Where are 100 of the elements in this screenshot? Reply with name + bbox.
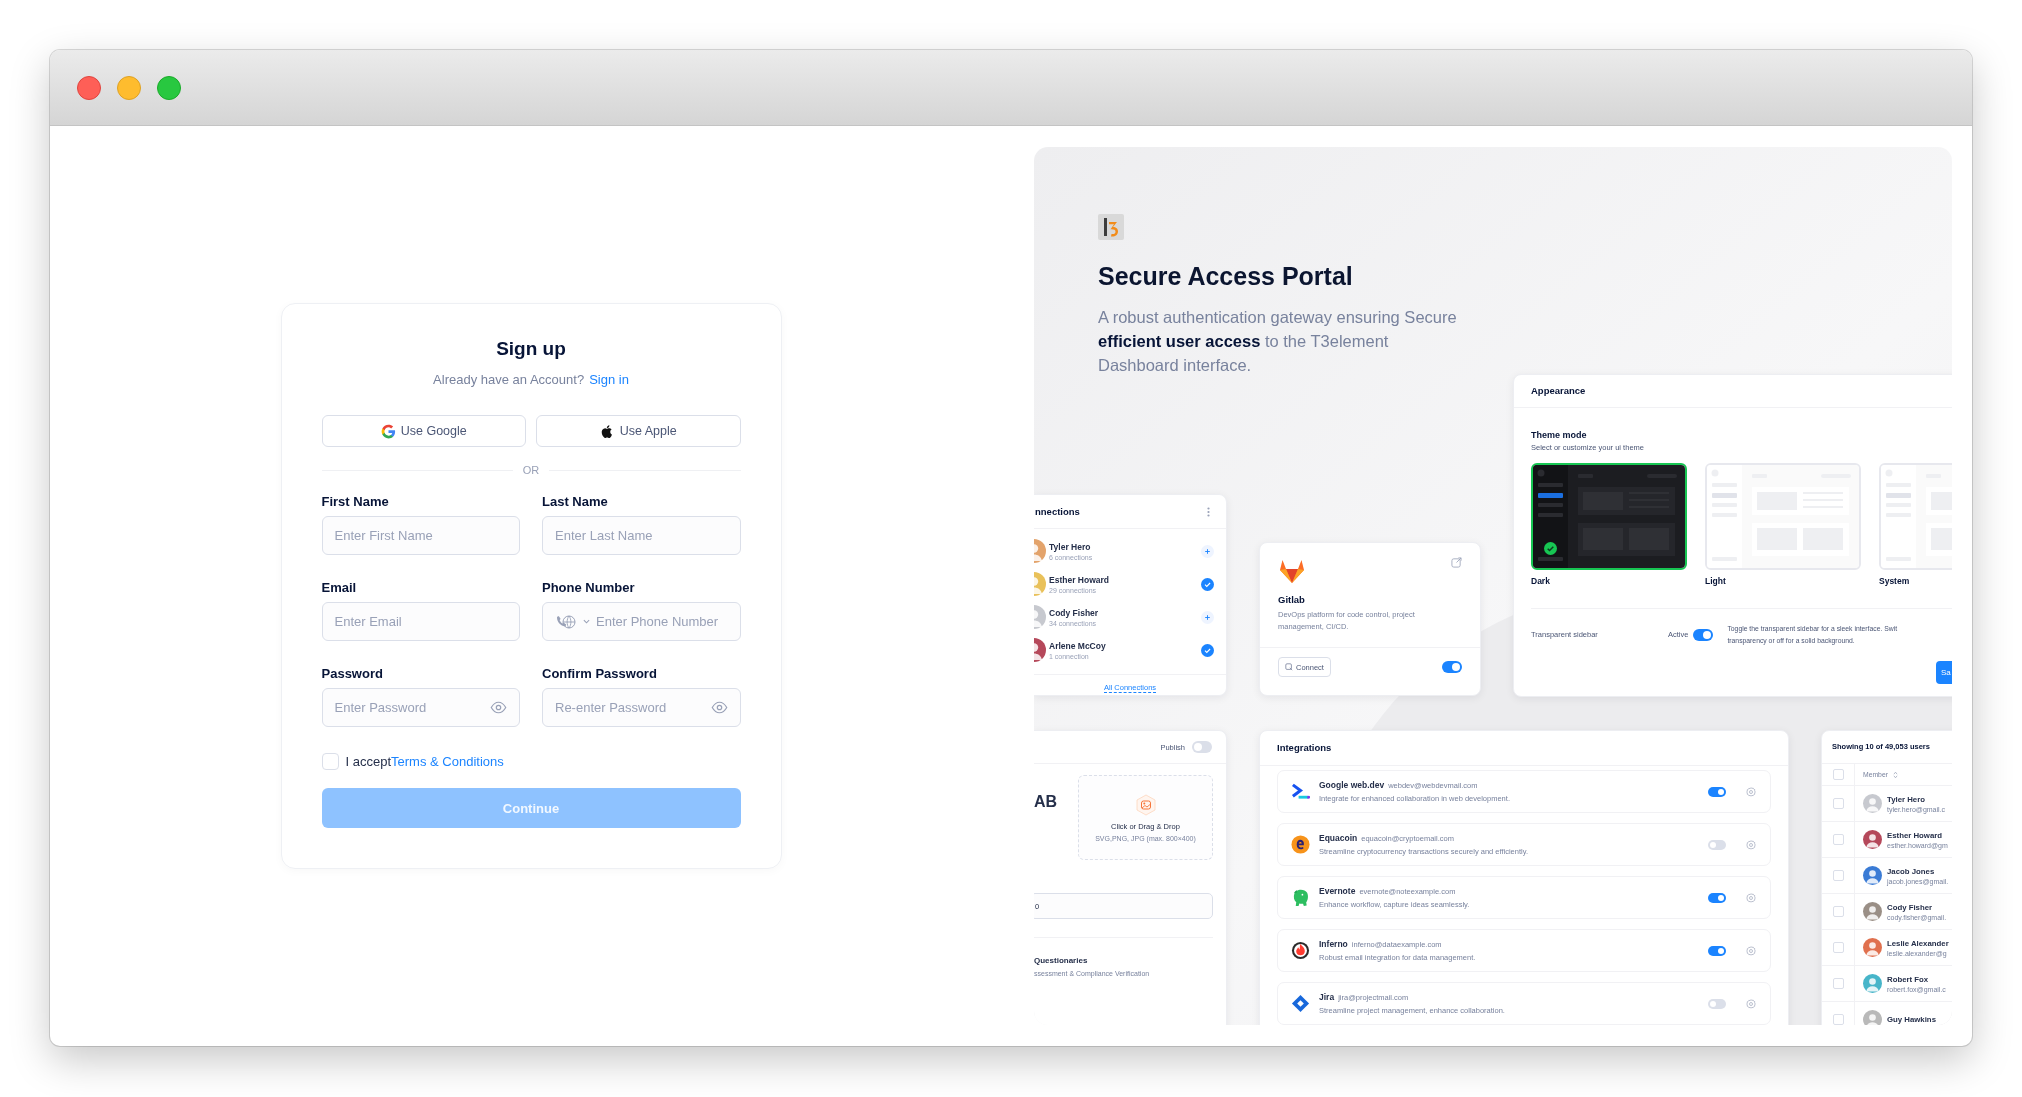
checkbox[interactable] [1832, 798, 1844, 809]
contact-name: Cody Fisher [1049, 607, 1100, 618]
text-input[interactable]: Re-enter Password [555, 700, 705, 715]
field-label: Phone Number [542, 580, 636, 595]
field-label: Confirm Password [542, 666, 658, 681]
contact-name: Tyler Hero [1049, 541, 1092, 552]
field-label: Email [321, 580, 358, 595]
integration-name: Google web.dev [1319, 780, 1385, 790]
section-title: Questionaries [1034, 956, 1089, 965]
minimize-button[interactable] [117, 75, 141, 100]
avatar [1863, 938, 1882, 957]
terminal-icon [1291, 782, 1310, 801]
text-input[interactable]: Enter First Name [334, 528, 507, 543]
panel-title: Secure Access Portal [1098, 262, 1353, 291]
checkbox[interactable] [1832, 1014, 1844, 1025]
integration-name: Gitlab [1278, 594, 1306, 605]
input-field[interactable]: Enter Password [321, 688, 520, 727]
card-title: nnections [1035, 506, 1080, 517]
plus-icon[interactable] [1201, 544, 1214, 558]
toggle-switch[interactable] [1708, 786, 1726, 797]
more-icon[interactable] [1207, 506, 1210, 517]
toggle-switch[interactable] [1708, 998, 1726, 1009]
toggle-switch[interactable] [1192, 741, 1212, 753]
checkbox[interactable] [1832, 834, 1844, 845]
check-circle-icon [1544, 542, 1557, 555]
integration-name: Jira [1319, 992, 1335, 1002]
checkbox[interactable] [1832, 870, 1844, 881]
terms-link[interactable]: Terms & Conditions [391, 754, 504, 769]
phone-icon [555, 613, 577, 630]
coin-icon [1291, 835, 1310, 854]
checkbox[interactable] [1832, 942, 1844, 953]
input-field[interactable]: Enter Last Name [542, 516, 741, 555]
apple-icon [599, 423, 615, 439]
form-title: Sign up [496, 338, 566, 360]
input-field[interactable]: Enter First Name [321, 516, 520, 555]
logo-text: AB [1034, 793, 1058, 811]
text-input[interactable]: Enter Email [334, 614, 507, 629]
section-title: Theme mode [1531, 430, 1588, 440]
contact-name: Esther Howard [1049, 574, 1110, 585]
avatar [1863, 902, 1882, 921]
checkbox[interactable] [1832, 769, 1844, 780]
integration-name: Inferno [1319, 939, 1348, 949]
toggle-switch[interactable] [1442, 661, 1462, 673]
avatar [1863, 866, 1882, 885]
toggle-switch[interactable] [1693, 628, 1714, 641]
settings-icon[interactable] [1746, 839, 1756, 850]
check-circle-icon[interactable] [1201, 643, 1214, 657]
input-field[interactable]: Re-enter Password [542, 688, 741, 727]
save-button[interactable]: Sa [1936, 661, 1952, 684]
toggle-switch[interactable] [1708, 945, 1726, 956]
toggle-switch[interactable] [1708, 892, 1726, 903]
diamond-icon [1291, 994, 1310, 1013]
text-input[interactable]: Enter Phone Number [596, 614, 728, 629]
external-link-icon[interactable] [1451, 557, 1462, 568]
settings-icon[interactable] [1746, 945, 1756, 956]
settings-icon[interactable] [1746, 892, 1756, 903]
google-button[interactable]: Use Google [321, 415, 526, 447]
avatar [1863, 974, 1882, 993]
apple-button[interactable]: Use Apple [536, 415, 741, 447]
settings-icon[interactable] [1746, 786, 1756, 797]
card-title: Appearance [1514, 375, 1952, 408]
integration-name: Evernote [1319, 886, 1356, 896]
input-field[interactable]: Enter Phone Number [542, 602, 741, 641]
logo-icon [1098, 214, 1124, 240]
theme-label: System [1879, 576, 1911, 586]
field-label: First Name [321, 494, 390, 509]
checkbox[interactable] [321, 753, 339, 770]
close-button[interactable] [77, 75, 101, 100]
theme-label: Light [1705, 576, 1727, 586]
fox-icon [1278, 557, 1306, 585]
checkbox[interactable] [1832, 906, 1844, 917]
text-input[interactable]: Enter Last Name [555, 528, 728, 543]
panel-description: A robust authentication gateway ensuring Secure efficient user access to the T3element Dashboard interface. [1098, 307, 1458, 376]
sort-icon[interactable] [1892, 770, 1898, 779]
link-icon [1285, 663, 1293, 671]
contact-name: Arlene McCoy [1049, 640, 1107, 651]
field-label: Password [321, 666, 384, 681]
integration-name: Equacoin [1319, 833, 1358, 843]
theme-label: Dark [1531, 576, 1551, 586]
google-icon [380, 423, 396, 439]
toggle-switch[interactable] [1708, 839, 1726, 850]
image-icon [1135, 793, 1156, 816]
text-input[interactable]: Enter Password [334, 700, 484, 715]
chevron-down-icon[interactable] [583, 619, 590, 624]
terms-text: I acceptTerms & Conditions [345, 754, 504, 769]
checkbox[interactable] [1832, 978, 1844, 989]
check-circle-icon[interactable] [1201, 577, 1214, 591]
card-title: Integrations [1260, 731, 1788, 766]
elephant-icon [1291, 888, 1310, 907]
plus-icon[interactable] [1201, 610, 1214, 624]
zoom-button[interactable] [157, 75, 181, 100]
input-field[interactable]: Enter Email [321, 602, 520, 641]
show-password-icon[interactable] [710, 699, 728, 716]
avatar [1863, 794, 1882, 813]
show-password-icon[interactable] [490, 699, 507, 716]
flame-icon [1291, 941, 1310, 960]
avatar [1863, 830, 1882, 849]
settings-icon[interactable] [1746, 998, 1756, 1009]
sign-in-link[interactable]: Sign in [589, 372, 629, 387]
divider-label: OR [522, 464, 540, 476]
